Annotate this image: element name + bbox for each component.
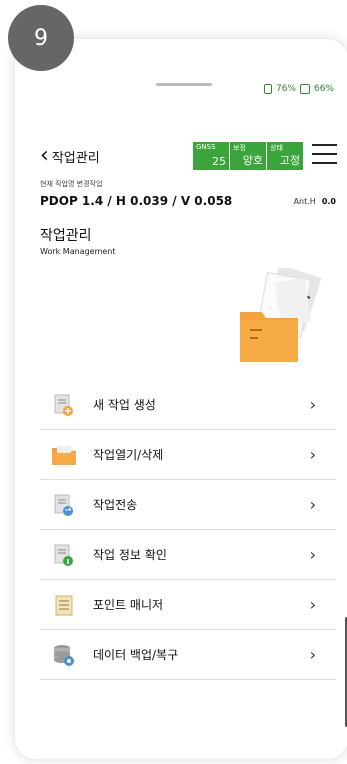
antenna-height: Ant.H 0.0 (294, 197, 336, 206)
step-badge: 9 (8, 5, 74, 71)
database-icon (50, 641, 78, 669)
gps-percent: 76% (275, 84, 296, 94)
speaker-notch (156, 83, 212, 86)
gnss-value: 25 (212, 155, 226, 168)
page-subtitle: Work Management (40, 247, 116, 256)
back-chevron-icon: ‹ (40, 143, 49, 168)
chevron-right-icon: › (309, 395, 316, 414)
info-icon (50, 541, 78, 569)
status-bar: 76% 66% (263, 84, 334, 94)
menu-label: 포인트 매니저 (93, 598, 164, 612)
chevron-right-icon: › (309, 645, 316, 664)
menu-label: 작업열기/삭제 (93, 448, 164, 462)
correction-value: 양호 (242, 154, 263, 167)
state-value: 고정 (279, 154, 300, 167)
antenna-value: 0.0 (321, 197, 336, 206)
battery-percent: 66% (313, 84, 334, 94)
antenna-label: Ant.H (293, 197, 316, 206)
chevron-right-icon: › (309, 595, 316, 614)
back-button[interactable]: ‹ 작업관리 (40, 145, 100, 167)
pdop-readout: PDOP 1.4 / H 0.039 / V 0.058 (40, 194, 233, 208)
battery-icon (299, 84, 310, 94)
job-menu-list: 새 작업 생성 › 작업열기/삭제 › 작업전송 › 작업 정보 확인 › 포인… (40, 380, 336, 680)
folder-icon (50, 441, 78, 469)
gnss-cell: GNSS 25 (193, 142, 230, 170)
menu-label: 새 작업 생성 (93, 398, 156, 412)
transfer-icon (50, 491, 78, 519)
back-label: 작업관리 (51, 150, 100, 166)
chevron-right-icon: › (309, 495, 316, 514)
menu-item-transfer[interactable]: 작업전송 › (40, 480, 336, 530)
page-title: 작업관리 (40, 228, 92, 244)
menu-item-new-job[interactable]: 새 작업 생성 › (40, 380, 336, 430)
hamburger-menu-icon[interactable] (312, 144, 337, 166)
current-job-caption: 현재 작업명 변경작업 (40, 180, 103, 188)
menu-item-backup-restore[interactable]: 데이터 백업/복구 › (40, 630, 336, 680)
menu-item-job-info[interactable]: 작업 정보 확인 › (40, 530, 336, 580)
point-manager-icon (50, 591, 78, 619)
gnss-status-panel: GNSS 25 보정 양호 상태 고정 (193, 142, 303, 170)
gnss-label: GNSS (196, 143, 216, 151)
chevron-right-icon: › (309, 545, 316, 564)
menu-item-point-manager[interactable]: 포인트 매니저 › (40, 580, 336, 630)
chevron-right-icon: › (309, 445, 316, 464)
new-job-icon (50, 391, 78, 419)
menu-label: 작업 정보 확인 (93, 548, 167, 562)
menu-label: 데이터 백업/복구 (93, 648, 179, 662)
gps-icon (263, 84, 272, 94)
menu-label: 작업전송 (93, 498, 138, 512)
correction-cell: 보정 양호 (230, 142, 267, 170)
menu-item-open-delete[interactable]: 작업열기/삭제 › (40, 430, 336, 480)
state-cell: 상태 고정 (267, 142, 303, 170)
folder-illustration-icon (240, 268, 322, 362)
